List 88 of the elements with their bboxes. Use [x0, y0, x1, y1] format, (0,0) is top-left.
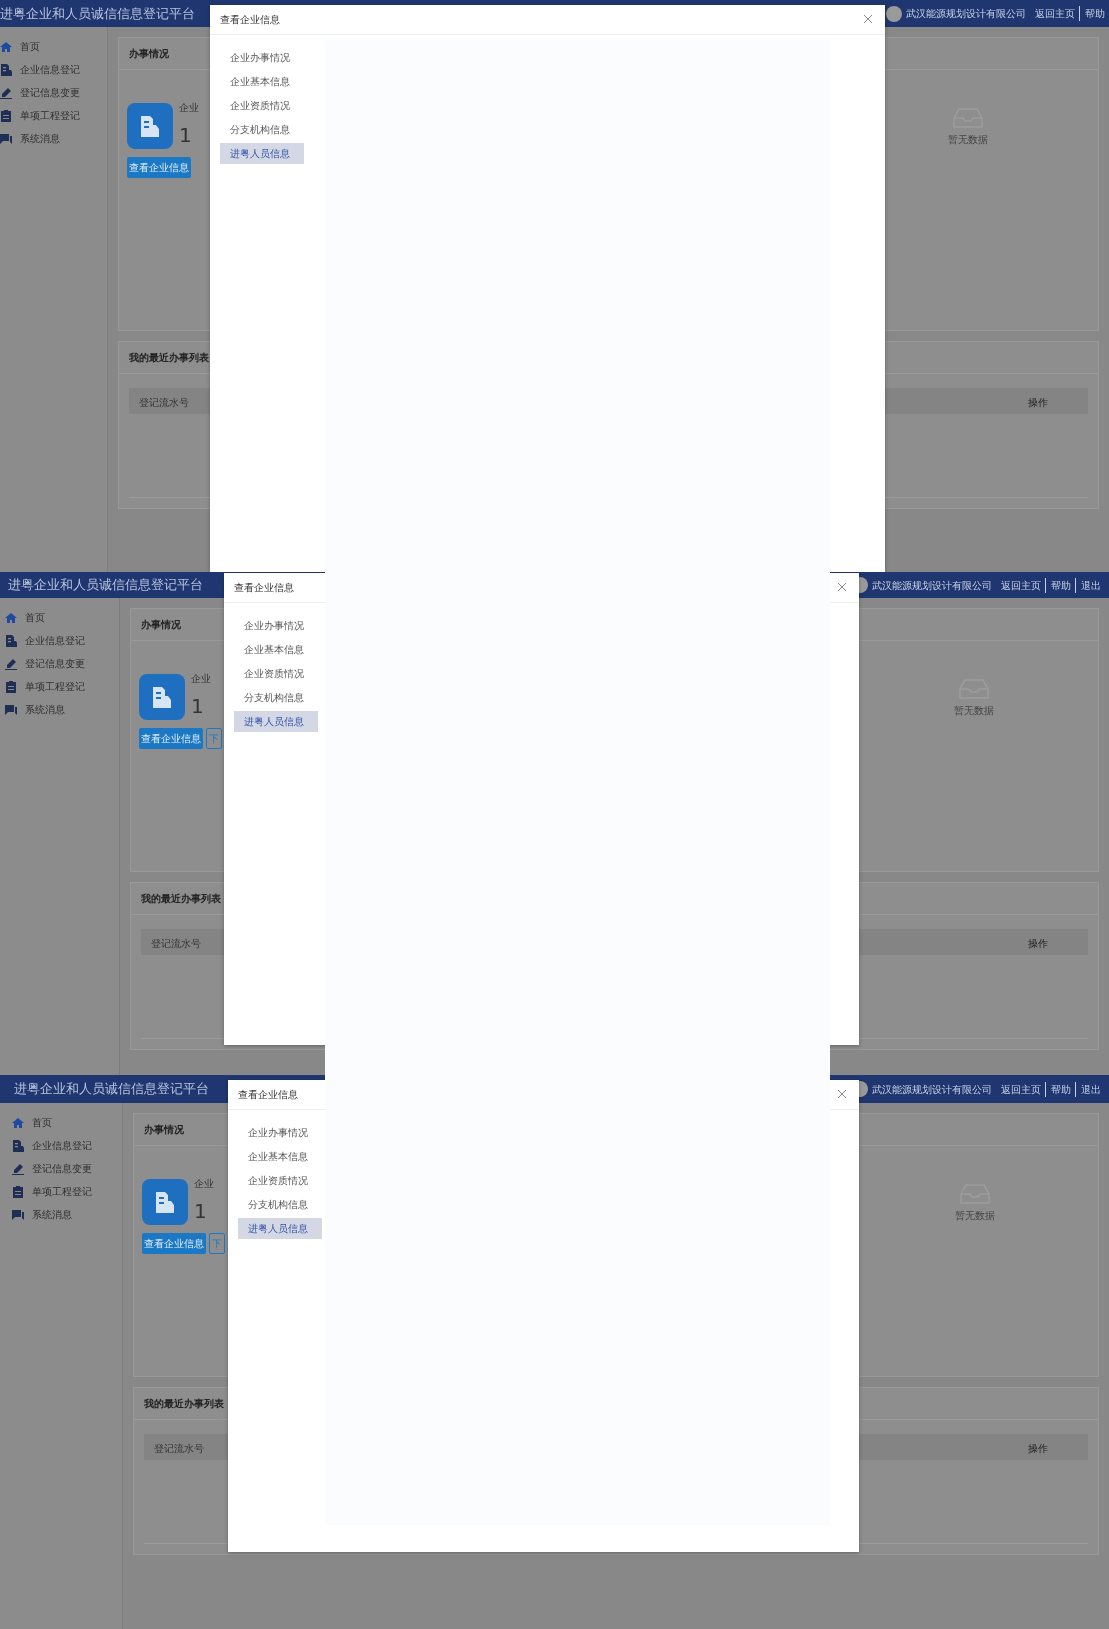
building-icon: [139, 674, 185, 720]
modal-nav-item[interactable]: 企业基本信息: [238, 1146, 322, 1167]
sidebar-item[interactable]: 系统消息: [0, 1203, 122, 1226]
modal-nav-item[interactable]: 企业资质情况: [234, 663, 318, 684]
column-header: 登记流水号: [154, 1442, 204, 1453]
view-company-button[interactable]: 查看企业信息: [139, 728, 203, 749]
stat-label: 企业: [191, 672, 211, 686]
modal-nav-item[interactable]: 分支机构信息: [238, 1194, 322, 1215]
view-company-button[interactable]: 查看企业信息: [142, 1233, 206, 1254]
clipboard-icon: [5, 680, 17, 693]
close-button[interactable]: [863, 13, 875, 26]
chat-icon: [0, 132, 12, 145]
app-title: 进粤企业和人员诚信信息登记平台: [0, 4, 195, 23]
close-icon: [837, 581, 847, 592]
header-link[interactable]: 退出: [1075, 1081, 1101, 1097]
header-link[interactable]: 退出: [1075, 577, 1101, 593]
home-icon: [0, 40, 12, 53]
sidebar-item[interactable]: 首页: [0, 1111, 122, 1134]
sidebar-item[interactable]: 首页: [0, 606, 119, 629]
view-company-button[interactable]: 查看企业信息: [127, 157, 191, 178]
sidebar-item[interactable]: 登记信息变更: [0, 652, 119, 675]
pen-icon: [12, 1162, 24, 1175]
modal-title: 查看企业信息: [234, 581, 294, 595]
header-link[interactable]: 返回主页: [996, 1081, 1041, 1097]
sidebar-item[interactable]: 单项工程登记: [0, 104, 107, 127]
modal-nav-item[interactable]: 进粤人员信息: [234, 711, 318, 732]
modal-nav-item[interactable]: 企业办事情况: [234, 615, 318, 636]
modal-nav-item[interactable]: 分支机构信息: [220, 119, 304, 140]
sidebar-item[interactable]: 企业信息登记: [0, 629, 119, 652]
modal-nav-item[interactable]: 企业资质情况: [238, 1170, 322, 1191]
empty-text: 暂无数据: [955, 1209, 995, 1223]
column-header: 操作: [1028, 937, 1049, 948]
modal-nav-item[interactable]: 企业资质情况: [220, 95, 304, 116]
company-name: 武汉能源规划设计有限公司: [906, 7, 1026, 21]
stat-count: 1: [191, 696, 204, 716]
empty-text: 暂无数据: [953, 704, 994, 718]
close-button[interactable]: [837, 1088, 849, 1101]
close-icon: [837, 1088, 847, 1099]
modal-nav-item[interactable]: 企业基本信息: [234, 639, 318, 660]
header-link[interactable]: 返回主页: [1030, 6, 1075, 21]
sidebar-item[interactable]: 登记信息变更: [0, 81, 107, 104]
sidebar-item[interactable]: 系统消息: [0, 127, 107, 150]
building-icon: [127, 103, 173, 149]
header-link[interactable]: 帮助: [1079, 6, 1105, 21]
avatar-icon: [886, 5, 902, 22]
pen-icon: [5, 657, 17, 670]
column-header: 操作: [1028, 396, 1049, 407]
empty-text: 暂无数据: [947, 133, 988, 147]
sidebar-item[interactable]: 单项工程登记: [0, 1180, 122, 1203]
header-link[interactable]: 帮助: [1045, 577, 1071, 593]
modal-nav-item[interactable]: 企业办事情况: [238, 1122, 322, 1143]
app-title: 进粤企业和人员诚信信息登记平台: [14, 1080, 209, 1099]
stat-label: 企业: [179, 101, 199, 115]
modal-title: 查看企业信息: [238, 1088, 298, 1102]
home-icon: [5, 611, 17, 624]
app-title: 进粤企业和人员诚信信息登记平台: [8, 576, 203, 595]
chat-icon: [12, 1208, 24, 1221]
column-header: 登记流水号: [139, 396, 189, 407]
document-icon: [12, 1139, 24, 1152]
home-icon: [12, 1116, 24, 1129]
sidebar-item[interactable]: 企业信息登记: [0, 58, 107, 81]
modal-nav-item[interactable]: 进粤人员信息: [220, 143, 304, 164]
document-icon: [5, 634, 17, 647]
close-button[interactable]: [837, 581, 849, 594]
company-name: 武汉能源规划设计有限公司: [872, 578, 992, 593]
stat-count: 1: [194, 1201, 207, 1221]
sidebar-item[interactable]: 单项工程登记: [0, 675, 119, 698]
sidebar-item[interactable]: 登记信息变更: [0, 1157, 122, 1180]
modal-nav-item[interactable]: 企业办事情况: [220, 47, 304, 68]
clipboard-icon: [12, 1185, 24, 1198]
chat-icon: [5, 703, 17, 716]
building-icon: [142, 1179, 188, 1225]
modal-nav-item[interactable]: 企业基本信息: [220, 71, 304, 92]
modal-nav-item[interactable]: 分支机构信息: [234, 687, 318, 708]
sidebar-item[interactable]: 系统消息: [0, 698, 119, 721]
stat-count: 1: [179, 125, 192, 145]
modal-nav-item[interactable]: 进粤人员信息: [238, 1218, 322, 1239]
header-link[interactable]: 帮助: [1045, 1081, 1071, 1097]
modal-title: 查看企业信息: [220, 13, 280, 27]
header-link[interactable]: 返回主页: [996, 577, 1041, 593]
company-name: 武汉能源规划设计有限公司: [872, 1082, 992, 1097]
close-icon: [863, 13, 873, 24]
pen-icon: [0, 86, 12, 99]
column-header: 操作: [1028, 1442, 1049, 1453]
sidebar-item[interactable]: 企业信息登记: [0, 1134, 122, 1157]
sidebar-item[interactable]: 首页: [0, 35, 107, 58]
stat-label: 企业: [194, 1177, 214, 1191]
column-header: 登记流水号: [151, 937, 201, 948]
